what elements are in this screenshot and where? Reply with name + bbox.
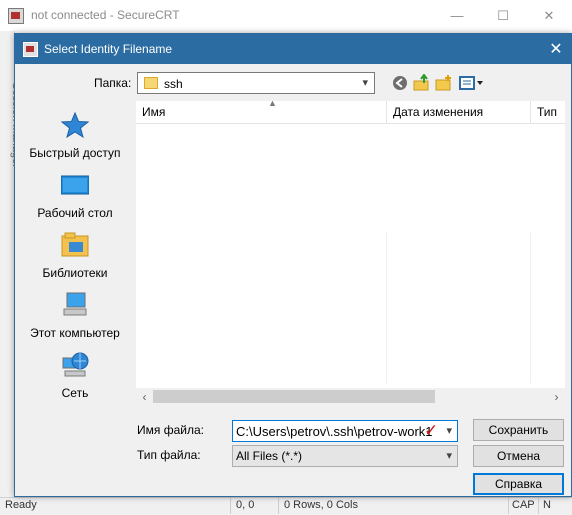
place-network[interactable]: Сеть (21, 348, 129, 406)
status-divider (230, 497, 231, 514)
star-icon (61, 112, 89, 138)
desktop-icon (61, 175, 89, 195)
dialog-close-button[interactable]: ✕ (541, 34, 571, 64)
place-quick-access[interactable]: Быстрый доступ (21, 108, 129, 166)
window-close-button[interactable]: ✕ (526, 0, 572, 31)
view-menu-icon (459, 76, 483, 90)
file-list[interactable]: ▲ Имя Дата изменения Тип ‹ › (136, 98, 565, 405)
places-bar: Быстрый доступ Рабочий стол Библиотеки Э… (21, 100, 129, 430)
status-caps: CAP (512, 499, 535, 511)
chevron-down-icon: ▾ (446, 450, 452, 462)
folder-combobox[interactable]: ssh ▾ (137, 72, 375, 94)
place-label: Библиотеки (42, 266, 108, 280)
sort-ascending-icon: ▲ (268, 98, 277, 108)
up-folder-icon (413, 74, 429, 91)
column-date-header[interactable]: Дата изменения (393, 105, 483, 119)
new-folder-icon (435, 75, 451, 91)
chevron-down-icon: ▾ (446, 425, 452, 437)
dialog-title: Select Identity Filename (44, 42, 173, 56)
computer-icon (63, 292, 87, 316)
cancel-button[interactable]: Отмена (473, 445, 564, 467)
scroll-right-icon[interactable]: › (548, 389, 565, 404)
status-position: 0, 0 (236, 499, 255, 511)
folder-value: ssh (164, 77, 183, 91)
file-list-header: ▲ Имя Дата изменения Тип (136, 98, 565, 124)
select-identity-dialog: Select Identity Filename ✕ Папка: ssh ▾ (14, 33, 572, 497)
filetype-value: All Files (*.*) (236, 449, 303, 463)
place-label: Этот компьютер (30, 326, 120, 340)
status-divider (508, 497, 509, 514)
dialog-app-icon (23, 42, 38, 57)
new-folder-button[interactable] (434, 73, 454, 93)
minimize-button[interactable]: — (434, 0, 480, 31)
help-button[interactable]: Справка (473, 473, 564, 495)
place-label: Быстрый доступ (29, 146, 121, 160)
column-divider[interactable] (386, 101, 387, 123)
place-label: Сеть (61, 386, 89, 400)
status-num: N (543, 499, 551, 511)
column-type-header[interactable]: Тип (537, 105, 557, 119)
column-guide (386, 233, 387, 383)
column-divider[interactable] (530, 101, 531, 123)
status-ready: Ready (5, 499, 37, 511)
status-size: 0 Rows, 0 Cols (284, 499, 358, 511)
checkmark-icon: ✓ (424, 421, 439, 440)
scrollbar-thumb[interactable] (153, 390, 435, 403)
folder-label: Папка: (94, 76, 132, 90)
filetype-select[interactable]: All Files (*.*) ▾ (232, 445, 458, 467)
back-button[interactable] (390, 73, 410, 93)
securecrt-titlebar: not connected - SecureCRT — ☐ ✕ (0, 0, 572, 31)
folder-icon (144, 77, 158, 89)
filename-combobox[interactable]: C:\Users\petrov\.ssh\petrov-work1 ✓ ▾ (232, 420, 458, 442)
libraries-icon (61, 232, 89, 257)
network-icon (62, 352, 89, 377)
column-name-header[interactable]: Имя (142, 105, 165, 119)
up-folder-button[interactable] (412, 73, 432, 93)
place-this-computer[interactable]: Этот компьютер (21, 288, 129, 346)
securecrt-app-icon (8, 8, 24, 24)
back-icon (393, 76, 407, 90)
status-divider (538, 497, 539, 514)
maximize-button[interactable]: ☐ (480, 0, 526, 31)
filename-label: Имя файла: (137, 423, 204, 437)
place-label: Рабочий стол (37, 206, 113, 220)
scroll-left-icon[interactable]: ‹ (136, 389, 153, 404)
dialog-titlebar: Select Identity Filename ✕ (15, 34, 571, 64)
chevron-down-icon: ▾ (362, 77, 368, 89)
place-desktop[interactable]: Рабочий стол (21, 168, 129, 226)
column-guide (530, 233, 531, 383)
save-button[interactable]: Сохранить (473, 419, 564, 441)
place-libraries[interactable]: Библиотеки (21, 228, 129, 286)
status-divider (278, 497, 279, 514)
filetype-label: Тип файла: (137, 448, 201, 462)
filename-value: C:\Users\petrov\.ssh\petrov-work1 (236, 424, 433, 439)
securecrt-title: not connected - SecureCRT (31, 8, 180, 22)
horizontal-scrollbar[interactable]: ‹ › (136, 388, 565, 405)
view-menu-button[interactable] (458, 73, 486, 93)
